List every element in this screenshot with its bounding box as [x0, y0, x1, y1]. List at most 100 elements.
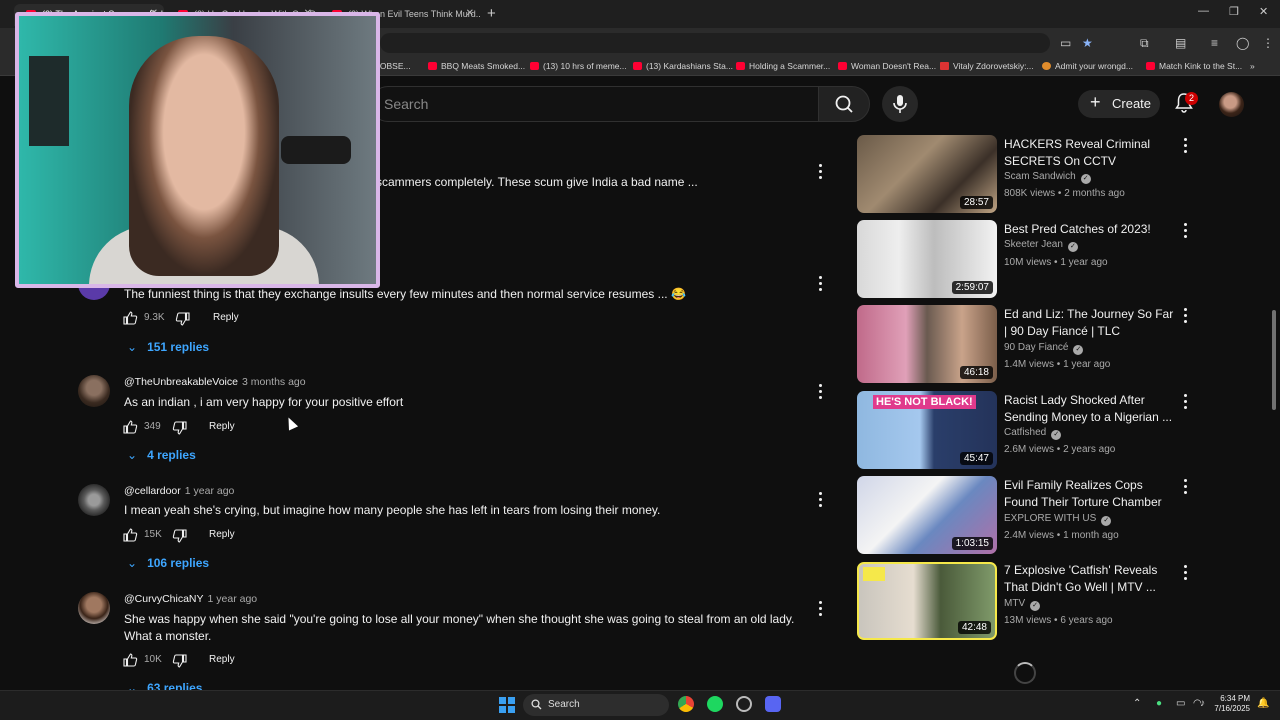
- comment-author[interactable]: @TheUnbreakableVoice: [124, 376, 238, 388]
- view-replies-button[interactable]: ⌄ 106 replies: [127, 556, 209, 570]
- spotify-app-icon[interactable]: [707, 696, 723, 712]
- video-thumbnail[interactable]: HE'S NOT BLACK! 45:47: [857, 391, 997, 469]
- video-title[interactable]: 7 Explosive 'Catfish' Reveals That Didn'…: [1004, 562, 1174, 596]
- channel-name[interactable]: Skeeter Jean ✓: [1004, 239, 1078, 252]
- like-icon[interactable]: [122, 527, 138, 543]
- microphone-icon: [893, 95, 907, 113]
- sidepanel-icon[interactable]: ▤: [1175, 36, 1186, 50]
- comment-time[interactable]: 3 months ago: [242, 376, 306, 388]
- close-window-icon[interactable]: ✕: [1259, 5, 1268, 18]
- bookmark-item[interactable]: Match Kink to the St...: [1146, 61, 1242, 71]
- comment-avatar[interactable]: [78, 484, 110, 516]
- profile-icon[interactable]: ◯: [1236, 36, 1249, 50]
- chrome-app-icon[interactable]: [678, 696, 694, 712]
- more-actions-icon[interactable]: [819, 384, 823, 400]
- notification-center-icon[interactable]: 🔔: [1257, 698, 1269, 709]
- video-title[interactable]: Ed and Liz: The Journey So Far | 90 Day …: [1004, 306, 1174, 340]
- bookmark-item[interactable]: BBQ Meats Smoked...: [428, 61, 525, 71]
- video-thumbnail[interactable]: 2:59:07: [857, 220, 997, 298]
- comment-avatar[interactable]: [78, 375, 110, 407]
- video-thumbnail[interactable]: 1:03:15: [857, 476, 997, 554]
- channel-name[interactable]: 90 Day Fiancé ✓: [1004, 342, 1084, 355]
- reply-button[interactable]: Reply: [209, 654, 235, 665]
- search-button[interactable]: [818, 86, 870, 122]
- comment-time[interactable]: 1 year ago: [185, 485, 235, 497]
- bookmark-item[interactable]: Holding a Scammer...: [736, 61, 830, 71]
- channel-name[interactable]: Scam Sandwich ✓: [1004, 171, 1091, 184]
- reply-button[interactable]: Reply: [213, 312, 239, 323]
- voice-search-button[interactable]: [882, 86, 918, 122]
- network-icon[interactable]: ▭: [1176, 698, 1185, 709]
- more-bookmarks-icon[interactable]: »: [1250, 61, 1255, 71]
- dislike-icon[interactable]: [172, 420, 188, 436]
- channel-name[interactable]: EXPLORE WITH US ✓: [1004, 513, 1112, 526]
- like-icon[interactable]: [122, 652, 138, 668]
- bookmark-item[interactable]: Admit your wrongd...: [1042, 61, 1133, 71]
- like-icon[interactable]: [122, 419, 138, 435]
- tray-overflow-icon[interactable]: ⌃: [1133, 698, 1141, 709]
- more-actions-icon[interactable]: [1184, 479, 1188, 495]
- video-title[interactable]: HACKERS Reveal Criminal SECRETS On CCTV: [1004, 136, 1174, 170]
- bookmark-item[interactable]: (13) 10 hrs of meme...: [530, 61, 627, 71]
- more-actions-icon[interactable]: [1184, 394, 1188, 410]
- restore-icon[interactable]: ❐: [1229, 5, 1239, 18]
- bookmark-star-icon[interactable]: ★: [1082, 36, 1093, 50]
- video-thumbnail[interactable]: 28:57: [857, 135, 997, 213]
- more-actions-icon[interactable]: [1184, 565, 1188, 581]
- more-actions-icon[interactable]: [1184, 308, 1188, 324]
- comment-author[interactable]: @CurvyChicaNY: [124, 593, 204, 605]
- channel-name[interactable]: MTV ✓: [1004, 598, 1041, 611]
- youtube-favicon-icon: [530, 62, 539, 70]
- more-actions-icon[interactable]: [1184, 223, 1188, 239]
- new-tab-button[interactable]: +: [487, 5, 496, 22]
- video-meta: 2.6M views • 2 years ago: [1004, 444, 1116, 455]
- channel-name[interactable]: Catfished ✓: [1004, 427, 1062, 440]
- close-tab-icon[interactable]: ✕: [466, 8, 474, 19]
- more-actions-icon[interactable]: [1184, 138, 1188, 154]
- more-actions-icon[interactable]: [819, 492, 823, 508]
- like-icon[interactable]: [122, 310, 138, 326]
- discord-app-icon[interactable]: [765, 696, 781, 712]
- minimize-icon[interactable]: —: [1198, 5, 1209, 17]
- account-avatar[interactable]: [1219, 92, 1244, 117]
- bookmark-item[interactable]: (13) Kardashians Sta...: [633, 61, 733, 71]
- cast-icon[interactable]: ▭: [1060, 36, 1071, 50]
- dislike-icon[interactable]: [172, 528, 188, 544]
- comment-avatar[interactable]: [78, 592, 110, 624]
- taskbar-search[interactable]: Search: [523, 694, 669, 716]
- reply-button[interactable]: Reply: [209, 421, 235, 432]
- omnibox[interactable]: [380, 33, 1050, 53]
- video-thumbnail[interactable]: 46:18: [857, 305, 997, 383]
- bookmark-item[interactable]: Woman Doesn't Rea...: [838, 61, 936, 71]
- view-replies-button[interactable]: ⌄ 63 replies: [127, 681, 202, 690]
- reply-button[interactable]: Reply: [209, 529, 235, 540]
- more-actions-icon[interactable]: [819, 276, 823, 292]
- more-actions-icon[interactable]: [819, 601, 823, 617]
- video-title[interactable]: Racist Lady Shocked After Sending Money …: [1004, 392, 1174, 426]
- taskbar-clock[interactable]: 6:34 PM 7/16/2025: [1212, 694, 1250, 714]
- dislike-icon[interactable]: [175, 311, 191, 327]
- video-title[interactable]: Best Pred Catches of 2023!: [1004, 221, 1174, 238]
- windows-start-icon[interactable]: [499, 697, 515, 713]
- extension-icon[interactable]: ⧉: [1140, 36, 1149, 51]
- tray-mic-icon[interactable]: ●: [1156, 698, 1162, 709]
- comment-text: The funniest thing is that they exchange…: [124, 287, 686, 301]
- video-duration: 46:18: [959, 366, 993, 379]
- view-replies-button[interactable]: ⌄ 4 replies: [127, 448, 196, 462]
- video-thumbnail[interactable]: 42:48: [857, 562, 997, 640]
- media-icon[interactable]: ≡: [1211, 36, 1218, 50]
- comment-author[interactable]: @cellardoor: [124, 485, 181, 497]
- view-replies-button[interactable]: ⌄ 151 replies: [127, 340, 209, 354]
- bookmark-item[interactable]: Vitaly Zdorovetskiy:...: [940, 61, 1034, 71]
- dislike-icon[interactable]: [172, 653, 188, 669]
- page-scrollbar[interactable]: [1272, 310, 1276, 410]
- comment-time[interactable]: 1 year ago: [208, 593, 258, 605]
- search-input[interactable]: [370, 86, 818, 122]
- comment-author-line: @cellardoor 1 year ago: [124, 485, 234, 497]
- video-title[interactable]: Evil Family Realizes Cops Found Their To…: [1004, 477, 1174, 511]
- chrome-menu-icon[interactable]: ⋮: [1262, 36, 1274, 50]
- volume-icon[interactable]: ♪: [1200, 698, 1205, 709]
- more-actions-icon[interactable]: [819, 164, 823, 180]
- chevron-down-icon: ⌄: [127, 448, 138, 462]
- obs-app-icon[interactable]: [736, 696, 752, 712]
